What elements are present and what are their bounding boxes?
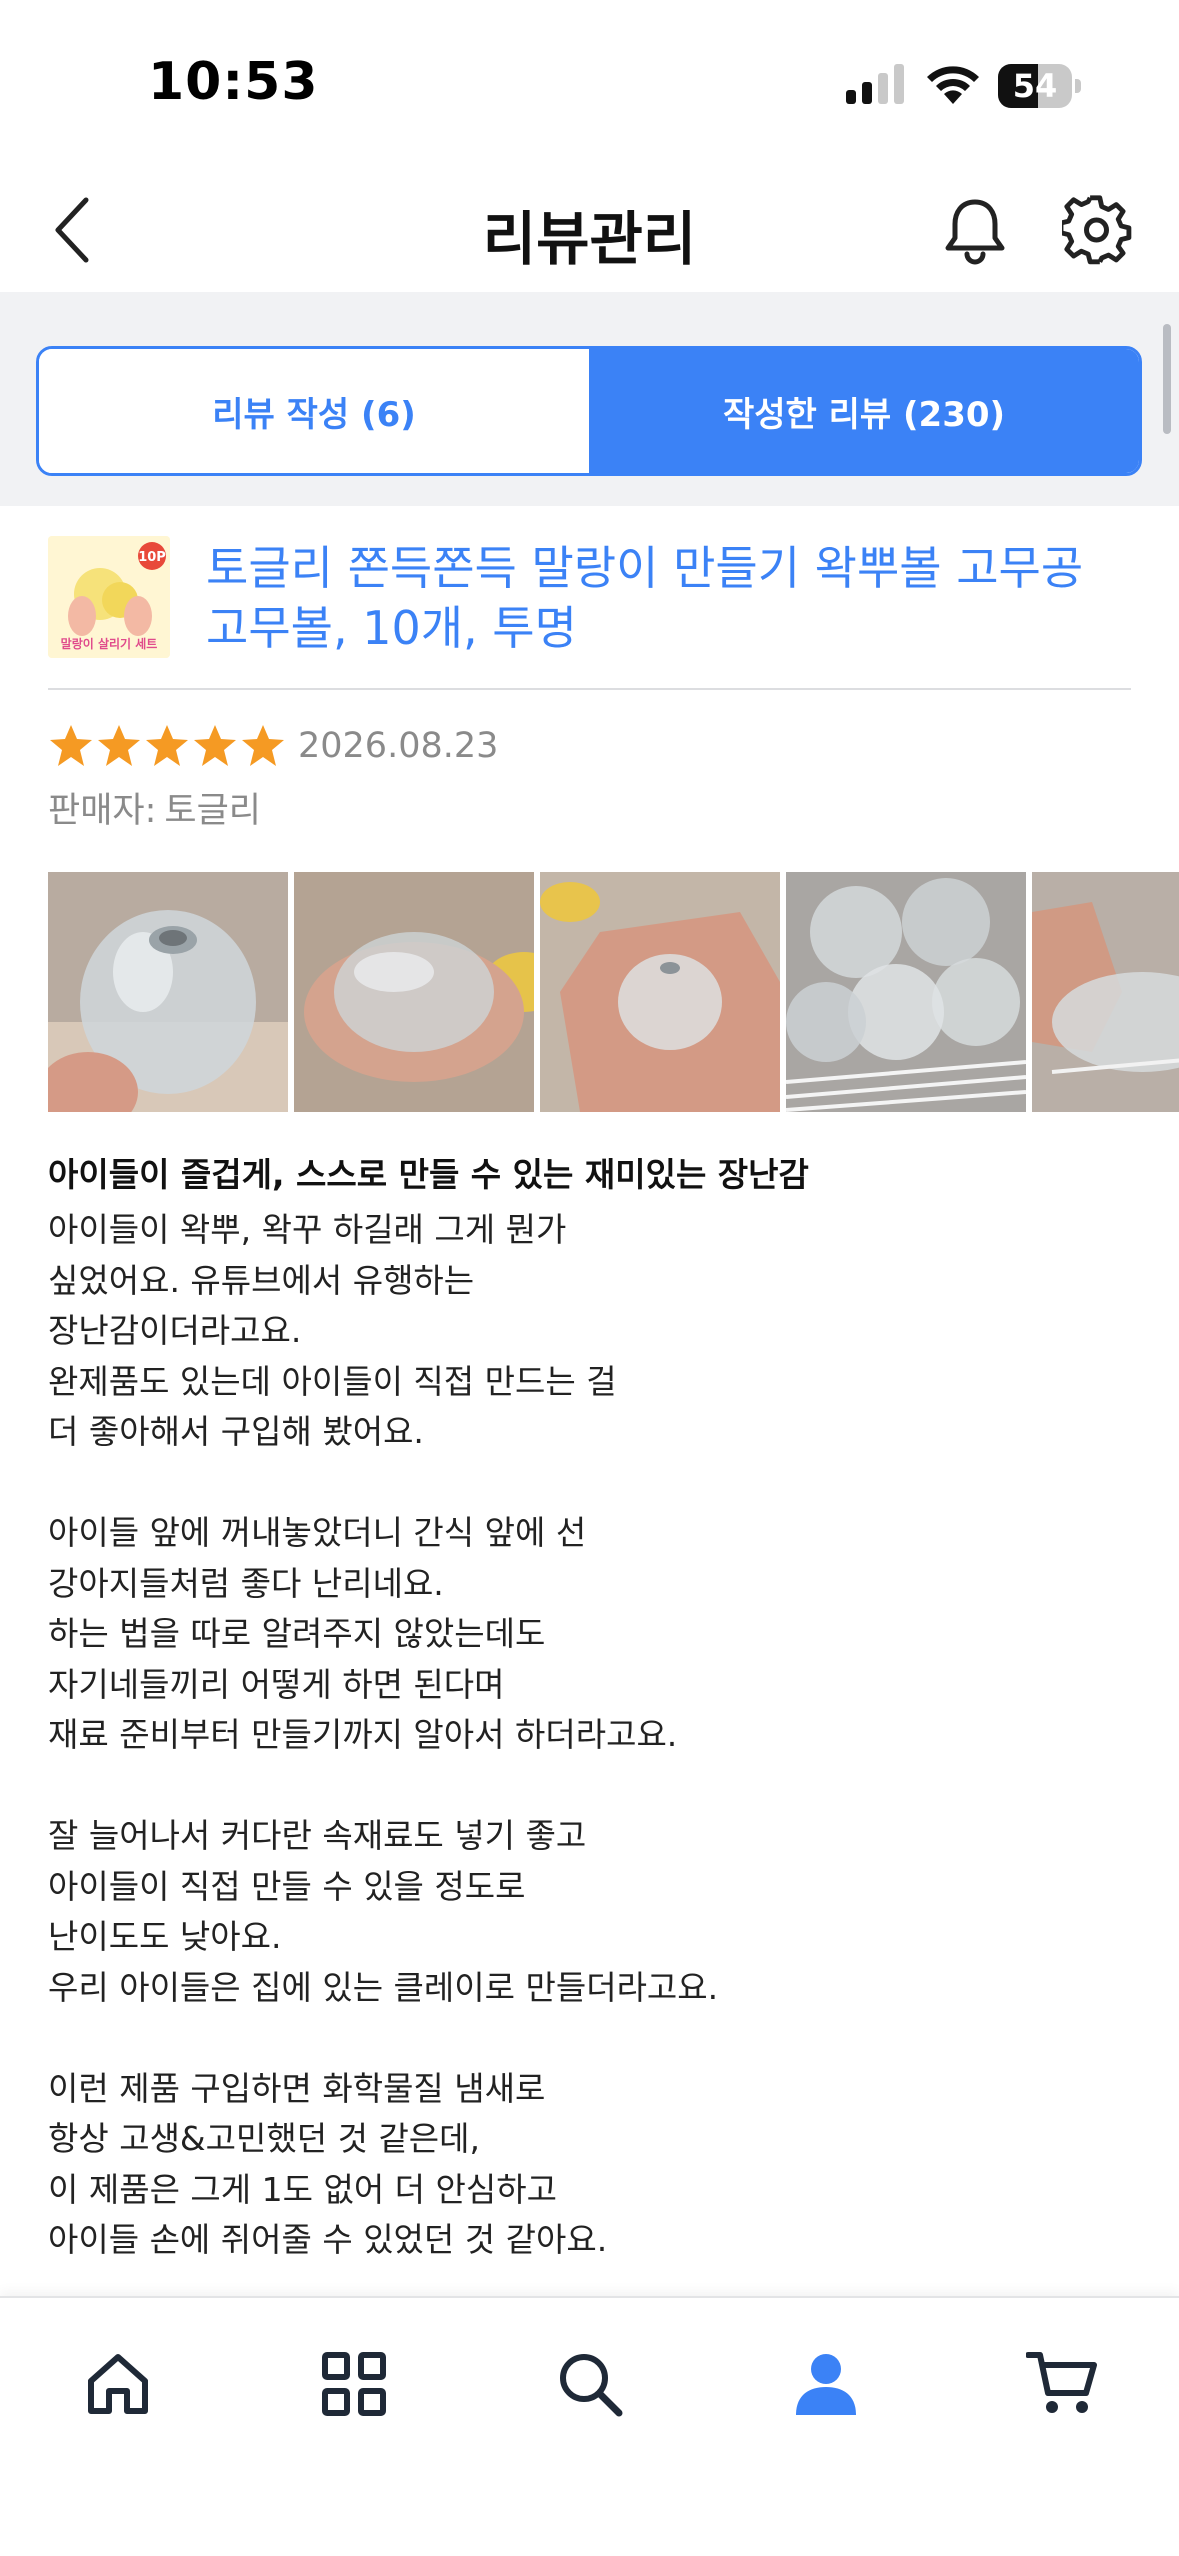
review-line: 하는 법을 따로 알려주지 않았는데도 <box>48 1614 546 1653</box>
cellular-signal-icon <box>846 64 904 104</box>
status-time: 10:53 <box>148 52 319 112</box>
nav-search[interactable] <box>550 2344 630 2424</box>
review-photo[interactable] <box>786 872 1026 1112</box>
product-thumb-badge: 10P <box>138 550 166 565</box>
review-date: 2026.08.23 <box>298 726 499 766</box>
review-line: 완제품도 있는데 아이들이 직접 만드는 걸 <box>48 1361 617 1401</box>
star-icon <box>50 725 92 766</box>
review-line: 아이들이 왁뿌, 왁꾸 하길래 그게 뭔가 <box>48 1210 567 1249</box>
review-line: 난이도도 낮아요. <box>48 1917 282 1956</box>
cart-icon <box>1026 2352 1097 2413</box>
wifi-icon <box>927 66 979 104</box>
home-icon <box>88 2354 148 2414</box>
review-line: 자기네들끼리 어떻게 하면 된다며 <box>48 1664 505 1704</box>
review-line: 재료 준비부터 만들기까지 알아서 하더라고요. <box>48 1715 678 1754</box>
bell-icon[interactable] <box>942 194 1008 266</box>
review-photo[interactable] <box>48 872 288 1112</box>
battery-level: 54 <box>1012 67 1058 105</box>
review-line: 장난감이더라고요. <box>48 1311 302 1350</box>
review-photo[interactable] <box>1032 872 1179 1112</box>
seller-info: 판매자: 토글리 <box>48 782 261 833</box>
review-photo[interactable] <box>294 872 534 1112</box>
nav-home[interactable] <box>78 2344 158 2424</box>
product-thumb-caption: 말랑이 살리기 세트 <box>61 636 158 651</box>
review-line: 우리 아이들은 집에 있는 클레이로 만들더라고요. <box>48 1967 719 2007</box>
review-line: 아이들 앞에 꺼내놓았더니 간식 앞에 선 <box>48 1513 587 1552</box>
review-line: 아이들 손에 쥐어줄 수 있었던 것 같아요. <box>48 2220 608 2259</box>
star-icon <box>98 725 140 766</box>
product-name-link[interactable]: 토글리 쫀득쫀득 말랑이 만들기 왁뿌볼 고무공 고무볼, 10개, 투명 <box>206 538 1086 658</box>
divider <box>48 688 1131 690</box>
review-photo[interactable] <box>540 872 780 1112</box>
battery-icon: 54 <box>998 64 1082 108</box>
review-line: 아이들이 직접 만들 수 있을 정도로 <box>48 1866 526 1906</box>
seller-label: 판매자: <box>48 791 157 831</box>
scrollbar[interactable] <box>1163 324 1171 434</box>
gear-icon[interactable] <box>1062 194 1132 266</box>
review-tabs-container: 리뷰 작성 (6) 작성한 리뷰 (230) <box>0 292 1179 506</box>
review-title: 아이들이 즐겁게, 스스로 만들 수 있는 재미있는 장난감 <box>48 1155 809 1194</box>
star-icon <box>242 725 284 766</box>
star-icon <box>194 725 236 766</box>
nav-my-page[interactable] <box>786 2344 866 2424</box>
review-photos[interactable] <box>48 872 1179 1112</box>
nav-categories[interactable] <box>314 2344 394 2424</box>
review-line: 잘 늘어나서 커다란 속재료도 넣기 좋고 <box>48 1816 587 1855</box>
review-body: 아이들이 왁뿌, 왁꾸 하길래 그게 뭔가싶었어요. 유튜브에서 유행하는장난감… <box>48 1205 1148 2266</box>
app-header: 리뷰관리 <box>0 170 1179 292</box>
user-icon <box>796 2354 856 2415</box>
tab-write-review[interactable]: 리뷰 작성 (6) <box>39 349 589 473</box>
bottom-navigation <box>0 2296 1179 2556</box>
review-tabs: 리뷰 작성 (6) 작성한 리뷰 (230) <box>36 346 1142 476</box>
seller-name: 토글리 <box>164 791 262 831</box>
review-line: 항상 고생&고민했던 것 같은데, <box>48 2119 481 2158</box>
review-line: 더 좋아해서 구입해 봤어요. <box>48 1412 424 1451</box>
tab-written-reviews[interactable]: 작성한 리뷰 (230) <box>589 349 1139 473</box>
review-line: 이런 제품 구입하면 화학물질 냄새로 <box>48 2068 546 2108</box>
nav-cart[interactable] <box>1022 2344 1102 2424</box>
product-info: 10P 말랑이 살리기 세트 토글리 쫀득쫀득 말랑이 만들기 왁뿌볼 고무공 … <box>0 506 1179 690</box>
product-thumbnail[interactable]: 10P 말랑이 살리기 세트 <box>48 536 170 658</box>
status-bar: 10:53 54 <box>0 0 1179 170</box>
star-rating <box>48 723 288 769</box>
grid-icon <box>322 2352 386 2416</box>
review-line: 강아지들처럼 좋다 난리네요. <box>48 1563 444 1603</box>
star-icon <box>146 725 188 766</box>
rating-row: 2026.08.23 <box>48 718 498 774</box>
review-line: 싶었어요. 유튜브에서 유행하는 <box>48 1260 475 1300</box>
review-line: 이 제품은 그게 1도 없어 더 안심하고 <box>48 2169 557 2209</box>
search-icon <box>560 2354 623 2417</box>
